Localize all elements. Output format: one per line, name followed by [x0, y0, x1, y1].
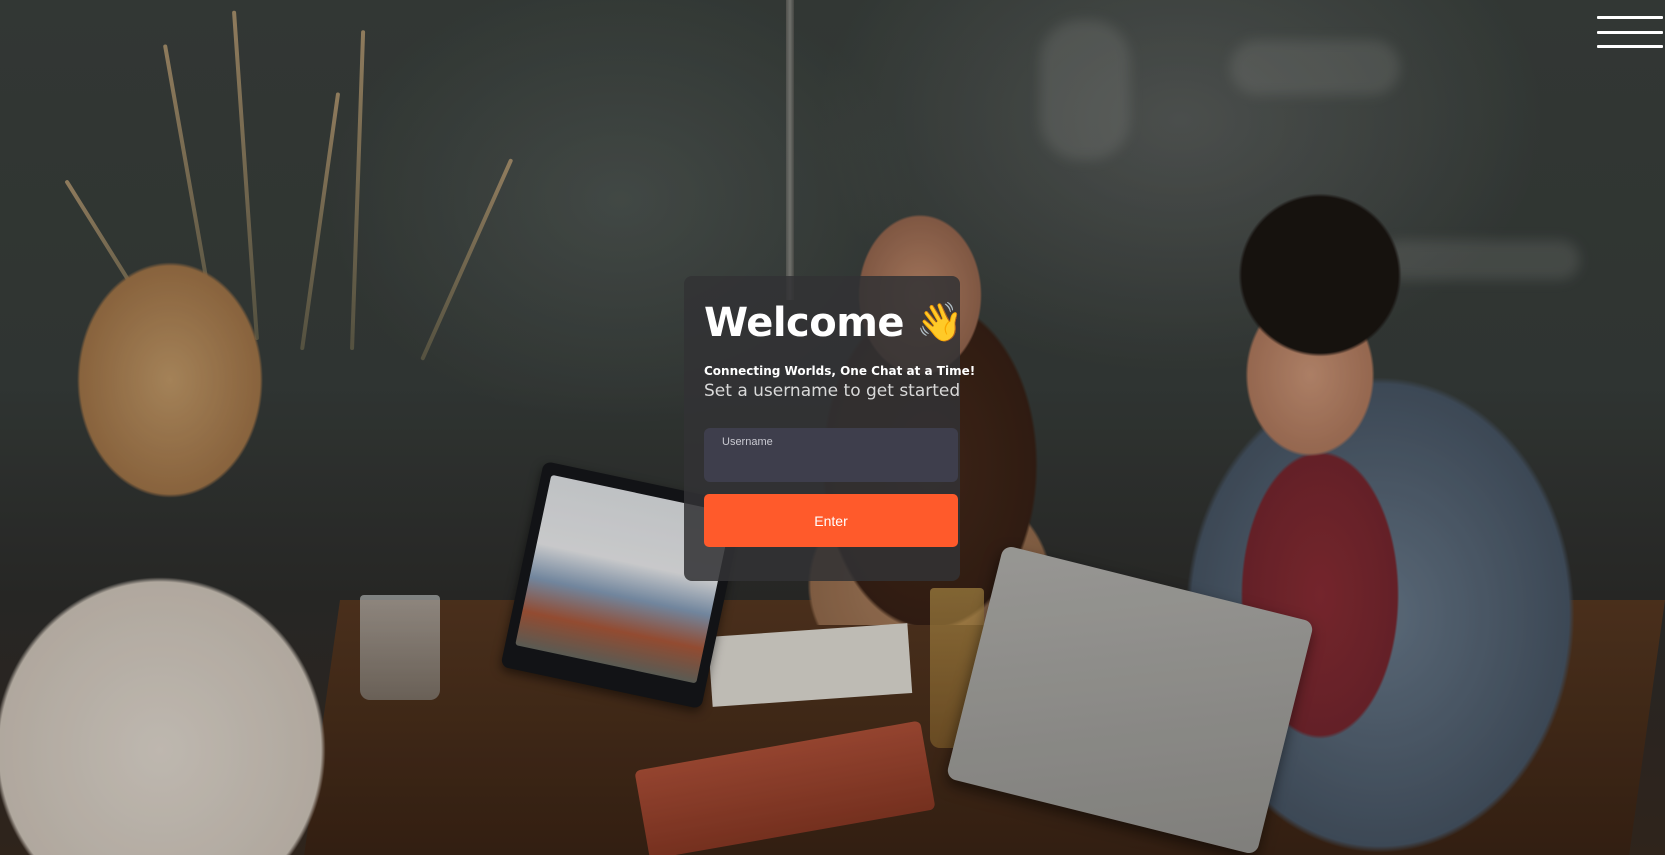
- subtitle: Set a username to get started: [704, 381, 961, 401]
- username-field[interactable]: Username: [704, 428, 958, 482]
- username-input[interactable]: [722, 454, 944, 476]
- username-label: Username: [722, 436, 773, 448]
- menu-bar: [1597, 31, 1663, 34]
- waving-hand-icon: 👋: [916, 302, 964, 344]
- welcome-heading: Welcome 👋: [704, 300, 963, 346]
- hamburger-menu-icon[interactable]: [1597, 16, 1663, 50]
- welcome-title: Welcome: [704, 300, 905, 346]
- enter-button[interactable]: Enter: [704, 494, 958, 547]
- login-card: Welcome 👋 Connecting Worlds, One Chat at…: [684, 276, 976, 581]
- tagline: Connecting Worlds, One Chat at a Time!: [704, 364, 976, 378]
- menu-bar: [1597, 45, 1663, 48]
- menu-bar: [1597, 16, 1663, 19]
